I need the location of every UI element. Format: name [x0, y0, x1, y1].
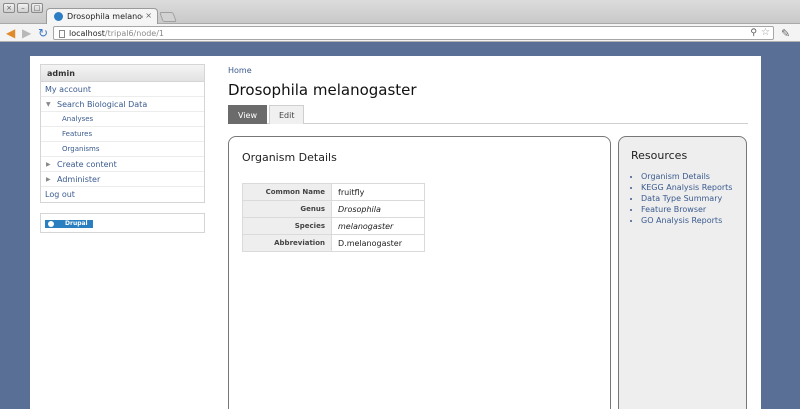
- row-label: Common Name: [242, 183, 332, 201]
- sidebar: admin My account ▼ Search Biological Dat…: [40, 64, 205, 233]
- table-row: Abbreviation D.melanogaster: [242, 234, 425, 252]
- breadcrumb-home-link[interactable]: Home: [228, 66, 748, 75]
- resources-list: Organism Details KEGG Analysis Reports D…: [641, 171, 732, 226]
- collapsed-arrow-icon: ▶: [46, 161, 51, 168]
- user-menu-block: admin My account ▼ Search Biological Dat…: [40, 64, 205, 203]
- main-content: Home Drosophila melanogaster View Edit O…: [228, 66, 748, 409]
- resources-title: Resources: [631, 149, 688, 162]
- menu-item-features[interactable]: Features: [41, 127, 204, 142]
- menu-item-label: Administer: [57, 175, 101, 184]
- close-window-button[interactable]: ×: [3, 3, 15, 13]
- resource-link-organism-details[interactable]: Organism Details: [641, 171, 732, 182]
- url-path: /tripal6/node/1: [104, 29, 165, 38]
- maximize-window-button[interactable]: □: [31, 3, 43, 13]
- menu-item-log-out[interactable]: Log out: [41, 187, 204, 202]
- page-title: Drosophila melanogaster: [228, 81, 417, 99]
- close-tab-icon[interactable]: ×: [145, 11, 152, 20]
- collapsed-arrow-icon: ▶: [46, 176, 51, 183]
- expanded-arrow-icon: ▼: [46, 101, 51, 108]
- tab-title: Drosophila melanogaste: [67, 12, 143, 21]
- bookmark-star-icon[interactable]: ☆: [761, 27, 770, 38]
- menu-item-label: Search Biological Data: [57, 100, 148, 109]
- drupal-badge[interactable]: Drupal: [45, 220, 93, 228]
- table-row: Genus Drosophila: [242, 200, 425, 218]
- reload-icon[interactable]: ↻: [38, 27, 48, 39]
- wrench-menu-icon[interactable]: ✎: [781, 27, 790, 40]
- row-value: melanogaster: [331, 217, 425, 235]
- drupal-badge-label: Drupal: [65, 220, 88, 227]
- forward-arrow-icon[interactable]: ▶: [22, 27, 31, 39]
- browser-tab-strip: × – □ Drosophila melanogaste ×: [0, 0, 800, 24]
- back-arrow-icon[interactable]: ◀: [6, 27, 15, 39]
- resource-link-go-analysis-reports[interactable]: GO Analysis Reports: [641, 215, 732, 226]
- url-host: localhost: [69, 29, 105, 38]
- menu-item-organisms[interactable]: Organisms: [41, 142, 204, 157]
- window-controls: × – □: [3, 3, 43, 13]
- organism-details-panel: Organism Details Common Name fruitfly Ge…: [228, 136, 611, 409]
- address-bar[interactable]: localhost/tripal6/node/1 ⚲ ☆: [53, 26, 774, 40]
- browser-tab[interactable]: Drosophila melanogaste ×: [46, 8, 158, 24]
- page-icon: [59, 30, 65, 38]
- organism-details-title: Organism Details: [242, 151, 337, 164]
- tab-edit[interactable]: Edit: [268, 105, 305, 124]
- browser-toolbar: ◀ ▶ ↻ localhost/tripal6/node/1 ⚲ ☆ ✎: [0, 24, 800, 42]
- local-tabs: View Edit: [228, 105, 748, 124]
- drupal-favicon-icon: [54, 12, 63, 21]
- row-value: D.melanogaster: [331, 234, 425, 252]
- menu-item-label: Create content: [57, 160, 117, 169]
- zoom-icon[interactable]: ⚲: [750, 28, 757, 38]
- resources-panel: Resources Organism Details KEGG Analysis…: [618, 136, 747, 409]
- tab-view[interactable]: View: [228, 105, 267, 124]
- row-label: Species: [242, 217, 332, 235]
- row-label: Genus: [242, 200, 332, 218]
- resource-link-kegg-analysis-reports[interactable]: KEGG Analysis Reports: [641, 182, 732, 193]
- minimize-window-button[interactable]: –: [17, 3, 29, 13]
- resource-link-feature-browser[interactable]: Feature Browser: [641, 204, 732, 215]
- table-row: Species melanogaster: [242, 217, 425, 235]
- url-text: localhost/tripal6/node/1: [69, 29, 164, 38]
- page-canvas: admin My account ▼ Search Biological Dat…: [30, 56, 761, 409]
- resource-link-data-type-summary[interactable]: Data Type Summary: [641, 193, 732, 204]
- menu-item-create-content[interactable]: ▶ Create content: [41, 157, 204, 172]
- new-tab-button[interactable]: [159, 12, 177, 22]
- powered-by-block: Drupal: [40, 213, 205, 233]
- menu-item-analyses[interactable]: Analyses: [41, 112, 204, 127]
- user-block-title: admin: [41, 65, 204, 82]
- row-value: fruitfly: [331, 183, 425, 201]
- drupal-logo-icon: [48, 221, 54, 227]
- menu-item-administer[interactable]: ▶ Administer: [41, 172, 204, 187]
- menu-item-search-biological-data[interactable]: ▼ Search Biological Data: [41, 97, 204, 112]
- row-value: Drosophila: [331, 200, 425, 218]
- table-row: Common Name fruitfly: [242, 183, 425, 201]
- organism-details-table: Common Name fruitfly Genus Drosophila Sp…: [242, 183, 425, 252]
- menu-item-my-account[interactable]: My account: [41, 82, 204, 97]
- row-label: Abbreviation: [242, 234, 332, 252]
